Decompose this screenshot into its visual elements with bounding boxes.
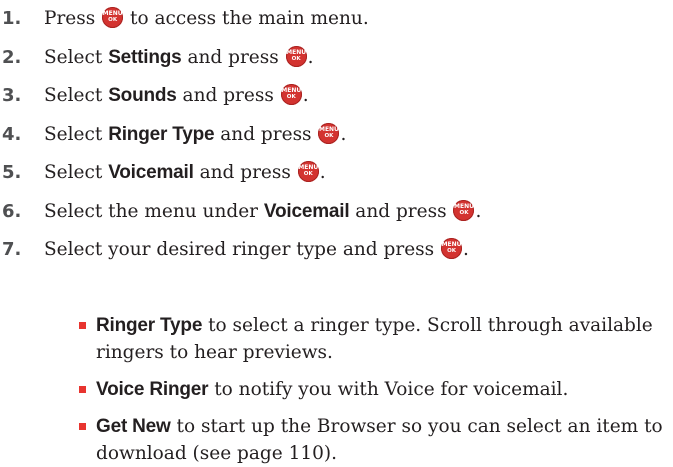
step-text-before: Select the menu under [44,200,259,222]
step-text-after: to access the main menu. [130,8,369,29]
menu-ok-key-icon: MENU OK [285,45,307,67]
step-text: Select Ringer Type and press MENU OK. [44,122,347,145]
step-text-before: Select [44,85,103,106]
instruction-page: 1. Press MENU OK to access the main menu.… [0,0,673,464]
step-text-after: and press [187,46,279,68]
step-text-before: Select [44,123,103,145]
step-2: 2. Select Settings and press MENU OK. [0,39,673,78]
step-text: Select Settings and press MENU OK. [44,45,314,68]
step-keyword: Voicemail [108,162,194,183]
bullet-item: Ringer Type to select a ringer type. Scr… [79,312,666,366]
steps-list: 1. Press MENU OK to access the main menu.… [0,0,673,270]
step-text-before: Select [44,46,103,68]
bullet-square-icon [79,423,86,430]
step-number: 5. [2,162,22,183]
step-text-after: and press [199,162,291,183]
step-text-after: and press [355,200,447,222]
step-1: 1. Press MENU OK to access the main menu. [0,0,673,39]
bullet-item: Get New to start up the Browser so you c… [79,413,666,467]
step-3: 3. Select Sounds and press MENU OK. [0,77,673,116]
bullet-keyword: Voice Ringer [96,379,209,400]
menu-ok-key-icon: MENU OK [280,84,302,105]
step-keyword: Sounds [108,85,177,106]
step-text-after: and press [182,85,274,106]
step-text: Select Sounds and press MENU OK. [44,84,309,106]
step-number: 6. [2,200,22,222]
bullet-keyword: Ringer Type [96,315,203,336]
step-text-after: and press [220,123,312,145]
menu-ok-key-icon: MENU OK [102,7,124,28]
step-text-before: Select your desired ringer type and pres… [44,239,435,260]
step-text-before: Press [44,8,96,29]
step-number: 4. [2,123,22,145]
step-text: Press MENU OK to access the main menu. [44,0,369,39]
bullet-keyword: Get New [96,416,171,437]
step-text: Select Voicemail and press MENU OK. [44,161,326,183]
menu-ok-key-icon: MENU OK [297,161,319,182]
menu-ok-key-icon: MENU OK [318,122,340,144]
bullet-text: to notify you with Voice for voicemail. [214,379,569,400]
step-number: 3. [2,85,22,106]
step-6: 6. Select the menu under Voicemail and p… [0,193,673,232]
step-4: 4. Select Ringer Type and press MENU OK. [0,116,673,155]
step-text-before: Select [44,162,103,183]
step-5: 5. Select Voicemail and press MENU OK. [0,154,673,193]
menu-ok-key-icon: MENU OK [441,238,463,259]
step-keyword: Settings [108,46,182,68]
step-text: Select the menu under Voicemail and pres… [44,199,482,222]
step-keyword: Ringer Type [108,123,215,145]
option-bullets: Ringer Type to select a ringer type. Scr… [79,312,666,467]
step-7: 7. Select your desired ringer type and p… [0,231,673,270]
bullet-square-icon [79,322,86,329]
step-number: 1. [2,8,22,29]
step-text: Select your desired ringer type and pres… [44,238,469,260]
menu-ok-key-icon: MENU OK [453,199,475,221]
step-number: 7. [2,239,22,260]
bullet-square-icon [79,386,86,393]
bullet-item: Voice Ringer to notify you with Voice fo… [79,376,666,403]
step-keyword: Voicemail [263,200,350,222]
step-number: 2. [2,46,22,68]
